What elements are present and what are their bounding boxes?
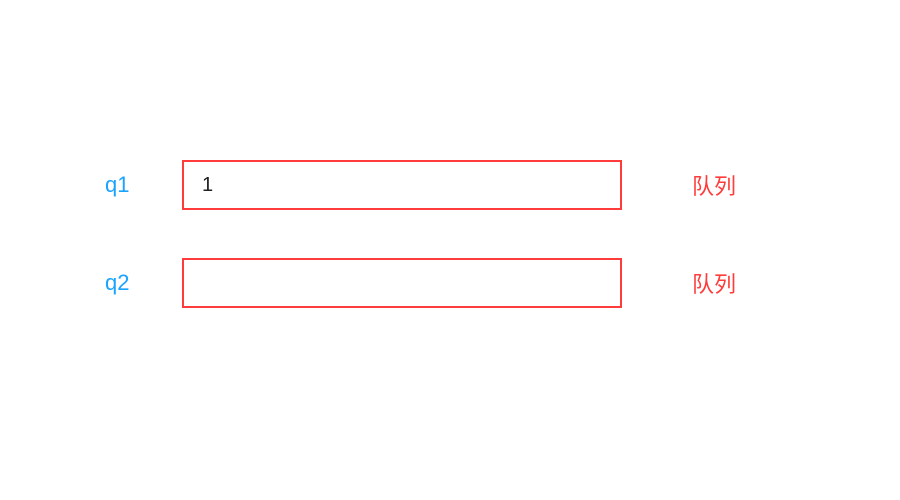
queue-box-q2 [182,258,622,308]
queue-type-label-q1: 队列 [692,169,736,201]
queue-type-label-q2: 队列 [692,267,736,299]
queue-content-q1: 1 [202,174,213,197]
queue-row-q2: q2 队列 [0,258,900,308]
queue-box-q1: 1 [182,160,622,210]
queue-label-q1: q1 [105,172,129,198]
queue-row-q1: q1 1 队列 [0,160,900,210]
queue-label-q2: q2 [105,270,129,296]
